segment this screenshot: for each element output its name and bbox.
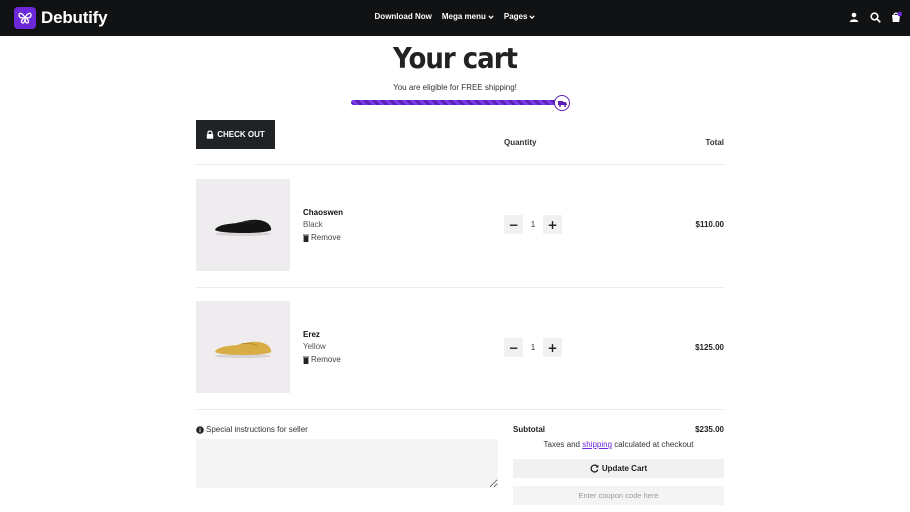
line-item-total: $125.00: [695, 343, 724, 352]
quantity-column-header: Quantity: [504, 138, 537, 147]
refresh-icon: [590, 464, 599, 473]
increase-quantity-button[interactable]: +: [543, 215, 562, 234]
nav-label: Mega menu: [441, 12, 486, 21]
main-nav: Download Now Mega menu Pages: [0, 12, 910, 21]
page-title: Your cart: [393, 42, 518, 76]
coupon-code-input[interactable]: [513, 486, 724, 505]
product-variant: Black: [303, 220, 323, 229]
truck-icon: [554, 95, 570, 111]
remove-label: Remove: [311, 233, 341, 242]
line-item-total: $110.00: [695, 220, 724, 229]
instructions-label-text: Special instructions for seller: [206, 425, 308, 434]
chevron-down-icon: [488, 14, 494, 19]
free-shipping-message: You are eligible for FREE shipping!: [393, 83, 517, 92]
remove-item-button[interactable]: Remove: [303, 355, 341, 364]
nav-download-now[interactable]: Download Now: [375, 12, 432, 21]
checkout-label: CHECK OUT: [217, 130, 265, 139]
taxes-note: Taxes and shipping calculated at checkou…: [513, 440, 724, 449]
shipping-progress-bar: [351, 100, 561, 105]
taxes-text: Taxes and: [543, 440, 580, 449]
increase-quantity-button[interactable]: +: [543, 338, 562, 357]
trash-icon: [303, 356, 309, 364]
black-loafer-shoe: [215, 219, 272, 236]
total-column-header: Total: [705, 138, 724, 147]
taxes-text: calculated at checkout: [614, 440, 694, 449]
subtotal-label: Subtotal: [513, 425, 545, 434]
chevron-down-icon: [529, 14, 536, 19]
special-instructions-textarea[interactable]: [196, 439, 498, 488]
info-icon: [196, 425, 204, 434]
quantity-stepper: − 1 +: [504, 215, 562, 234]
search-icon[interactable]: [869, 11, 881, 23]
update-cart-label: Update Cart: [601, 464, 648, 473]
divider: [196, 409, 724, 410]
product-image-chaoswen[interactable]: [196, 179, 290, 271]
nav-pages[interactable]: Pages: [504, 12, 536, 21]
product-variant: Yellow: [303, 342, 326, 351]
quantity-value[interactable]: 1: [523, 220, 543, 229]
nav-mega-menu[interactable]: Mega menu: [442, 12, 494, 21]
update-cart-button[interactable]: Update Cart: [513, 459, 724, 478]
nav-label: Download Now: [374, 12, 432, 21]
quantity-value[interactable]: 1: [523, 343, 543, 352]
user-icon[interactable]: [848, 11, 860, 23]
nav-label: Pages: [503, 12, 528, 21]
decrease-quantity-button[interactable]: −: [504, 215, 523, 234]
shipping-link[interactable]: shipping: [582, 440, 612, 449]
yellow-loafer-shoe: [215, 341, 272, 358]
special-instructions-label: Special instructions for seller: [196, 425, 308, 434]
header-actions: [848, 11, 902, 23]
top-navigation-bar: Debutify Download Now Mega menu Pages: [0, 0, 910, 36]
product-image-erez[interactable]: [196, 301, 290, 393]
divider: [196, 287, 724, 288]
cart-icon[interactable]: [890, 11, 902, 23]
decrease-quantity-button[interactable]: −: [504, 338, 523, 357]
quantity-stepper: − 1 +: [504, 338, 562, 357]
remove-label: Remove: [311, 355, 341, 364]
lock-icon: [207, 130, 214, 139]
product-name[interactable]: Chaoswen: [303, 208, 343, 217]
remove-item-button[interactable]: Remove: [303, 233, 341, 242]
product-name[interactable]: Erez: [303, 330, 320, 339]
trash-icon: [303, 234, 309, 242]
divider: [196, 164, 724, 165]
subtotal-value: $235.00: [695, 425, 724, 434]
checkout-button[interactable]: CHECK OUT: [196, 120, 275, 149]
